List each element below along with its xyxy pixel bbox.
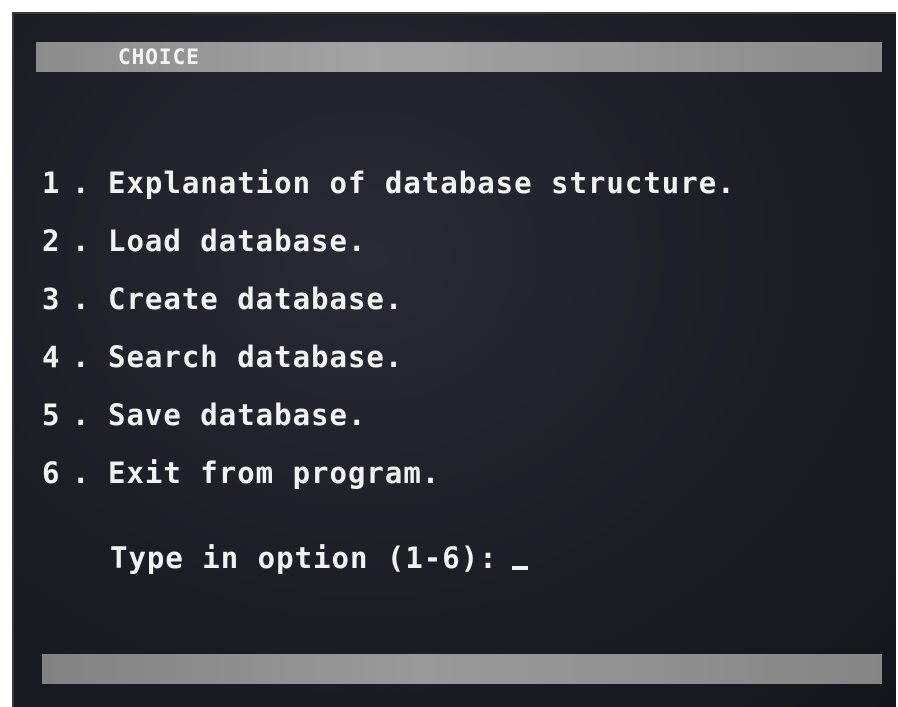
menu-option-number: 2 <box>42 224 61 258</box>
menu-option-4[interactable]: 4. Search database. <box>42 328 736 386</box>
prompt-label: Type in option (1-6): <box>110 541 498 575</box>
menu-option-number: 1 <box>42 166 61 200</box>
menu-option-label: Exit from program. <box>108 456 441 490</box>
text-cursor[interactable] <box>511 566 528 570</box>
menu-option-label: Explanation of database structure. <box>108 166 736 200</box>
menu-option-3[interactable]: 3. Create database. <box>42 270 736 328</box>
menu-option-5[interactable]: 5. Save database. <box>42 386 736 444</box>
menu-option-2[interactable]: 2. Load database. <box>42 212 736 270</box>
menu-option-1[interactable]: 1. Explanation of database structure. <box>42 154 736 212</box>
menu-option-label: Create database. <box>108 282 404 316</box>
option-prompt[interactable]: Type in option (1-6): <box>110 538 528 578</box>
menu-option-label: Load database. <box>108 224 367 258</box>
status-bar <box>42 654 882 684</box>
menu-option-label: Save database. <box>108 398 367 432</box>
menu-list: 1. Explanation of database structure. 2.L… <box>42 154 736 502</box>
screen-title: CHOICE <box>118 45 200 69</box>
title-bar: CHOICE <box>36 42 882 72</box>
menu-option-number: 4 <box>42 340 61 374</box>
menu-option-number: 6 <box>42 456 61 490</box>
menu-option-number: 5 <box>42 398 61 432</box>
terminal-screen: CHOICE 1. Explanation of database structu… <box>12 12 896 707</box>
menu-option-label: Search database. <box>108 340 404 374</box>
menu-option-number: 3 <box>42 282 61 316</box>
menu-option-6[interactable]: 6. Exit from program. <box>42 444 736 502</box>
